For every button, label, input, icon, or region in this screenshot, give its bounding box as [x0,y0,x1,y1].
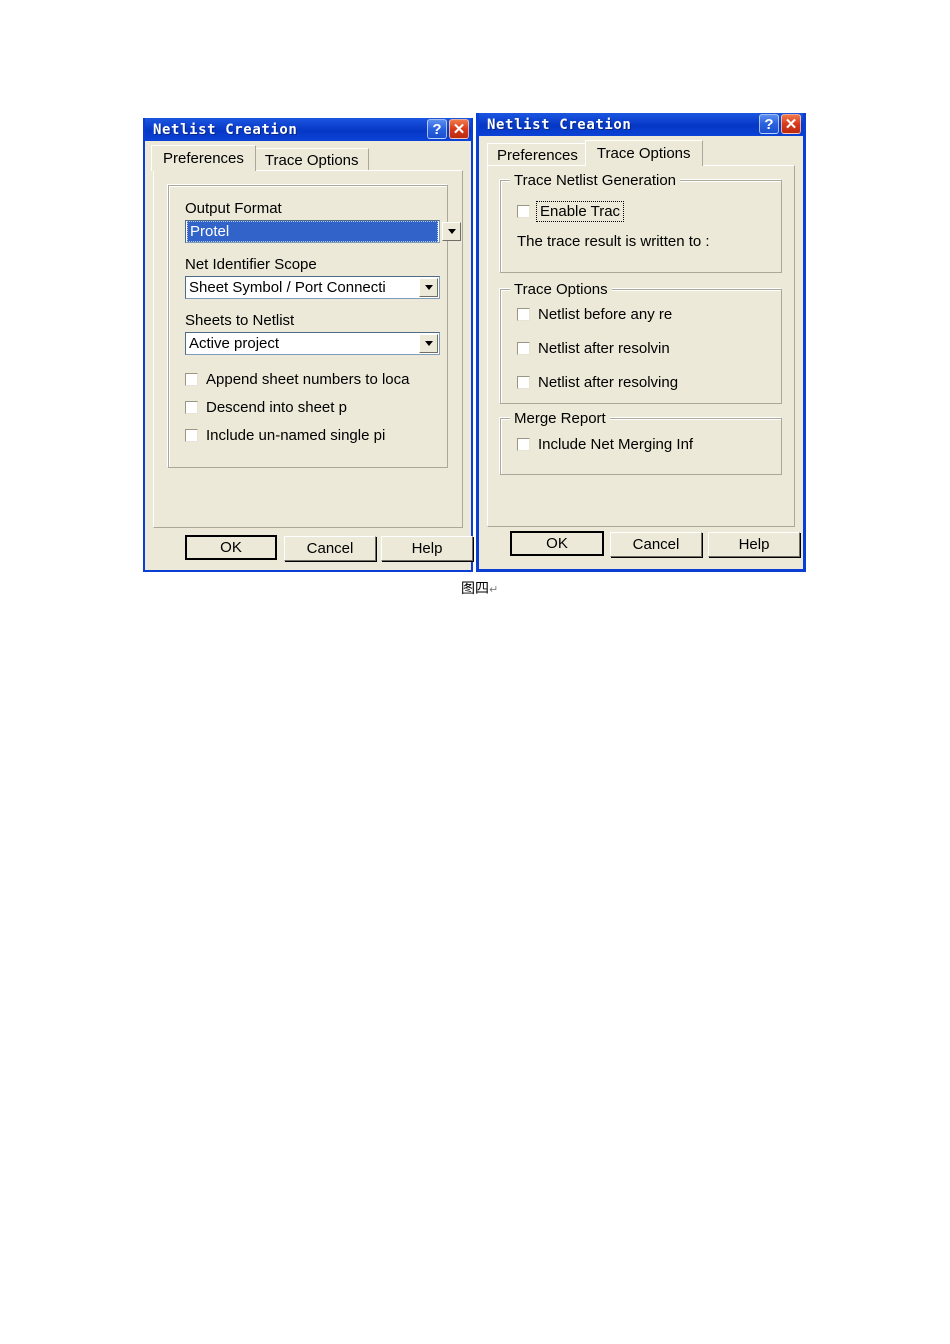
close-icon[interactable]: ✕ [449,119,469,139]
cancel-button-label: Cancel [632,536,680,553]
figure-caption-mark: ↵ [489,583,499,596]
enable-trace-label: Enable Trac [535,201,625,222]
netlist-creation-dialog-trace-options: Netlist Creation ? ✕ Preferences Trace O… [476,113,806,572]
figure-caption-text: 图四 [461,581,489,597]
sheets-to-netlist-value: Active project [189,335,280,352]
include-net-merging-info-checkbox[interactable] [517,438,530,451]
ok-button[interactable]: OK [185,535,277,560]
net-identifier-scope-combo[interactable]: Sheet Symbol / Port Connecti [185,276,440,299]
output-format-value: Protel [187,221,438,242]
left-dialog-titlebar[interactable]: Netlist Creation ? ✕ [145,118,471,141]
help-button-label: Help [738,536,770,553]
group-merge-report: Merge Report Include Net Merging Inf [500,410,785,475]
append-sheet-numbers-label: Append sheet numbers to loca [206,371,410,388]
tab-trace-options[interactable]: Trace Options [584,140,703,166]
include-unnamed-single-pin-label: Include un-named single pi [206,427,386,444]
cancel-button[interactable]: Cancel [284,536,376,561]
descend-into-sheet-checkbox[interactable] [185,401,198,414]
checkbox-row-include-net-merging-info[interactable]: Include Net Merging Inf [517,436,693,453]
left-dialog-client: Preferences Trace Options Output Format … [145,141,473,570]
figure-caption: 图四↵ [461,578,498,598]
right-dialog-client: Preferences Trace Options Trace Netlist … [479,136,803,569]
sheets-to-netlist-chevron-down-icon[interactable] [419,334,438,353]
netlist-before-any-resolve-checkbox[interactable] [517,308,530,321]
trace-options-checkbox-clip: Netlist before any re Netlist after reso… [517,306,783,401]
trace-result-text-clip: The trace result is written to : [517,233,795,257]
output-format-chevron-down-icon[interactable] [442,222,461,241]
checkbox-row-include-unnamed-single-pin[interactable]: Include un-named single pi [185,427,385,444]
netlist-after-resolving-2-label: Netlist after resolving [538,374,679,391]
netlist-after-resolving-2-checkbox[interactable] [517,376,530,389]
right-dialog-tabstrip: Preferences Trace Options [487,140,803,166]
ok-button[interactable]: OK [510,531,604,556]
netlist-creation-dialog-preferences: Netlist Creation ? ✕ Preferences Trace O… [143,118,473,572]
sheets-to-netlist-combo[interactable]: Active project [185,332,440,355]
right-titlebar-buttons: ? ✕ [759,114,801,134]
checkbox-row-netlist-after-resolving-1[interactable]: Netlist after resolvin [517,340,670,357]
checkbox-row-enable-trace[interactable]: Enable Trac [517,201,625,222]
left-dialog-title: Netlist Creation [153,121,298,138]
checkbox-row-descend-into-sheet[interactable]: Descend into sheet p [185,399,347,416]
group-trace-netlist-generation-title: Trace Netlist Generation [510,172,681,189]
include-net-merging-info-label: Include Net Merging Inf [538,436,694,453]
checkbox-row-netlist-after-resolving-2[interactable]: Netlist after resolving [517,374,678,391]
net-identifier-scope-value: Sheet Symbol / Port Connecti [189,279,386,296]
cancel-button[interactable]: Cancel [610,532,702,557]
right-dialog-tabpage: Trace Netlist Generation Enable Trac The… [487,165,795,527]
group-trace-options-title: Trace Options [510,281,612,298]
preferences-checkbox-clip: Append sheet numbers to loca Descend int… [185,371,447,461]
checkbox-row-netlist-before-any-resolve[interactable]: Netlist before any re [517,306,672,323]
tab-preferences-label: Preferences [497,146,578,164]
include-unnamed-single-pin-checkbox[interactable] [185,429,198,442]
tab-preferences[interactable]: Preferences [487,143,588,166]
append-sheet-numbers-checkbox[interactable] [185,373,198,386]
netlist-before-any-resolve-label: Netlist before any re [538,306,673,323]
right-dialog-title: Netlist Creation [487,116,632,133]
tab-trace-options[interactable]: Trace Options [254,148,369,171]
tab-preferences-label: Preferences [163,150,244,167]
trace-result-text: The trace result is written to : [517,233,710,250]
netlist-after-resolving-1-label: Netlist after resolvin [538,340,670,357]
tab-trace-options-label: Trace Options [264,151,359,169]
tab-preferences[interactable]: Preferences [151,145,256,171]
preferences-panel: Output Format Protel Net Identifier Scop… [168,185,461,468]
output-format-combo[interactable]: Protel [185,220,440,243]
group-trace-options: Trace Options Netlist before any re Netl… [500,281,783,404]
output-format-label: Output Format [185,200,282,217]
help-icon[interactable]: ? [427,119,447,139]
cancel-button-label: Cancel [306,540,354,557]
merge-report-checkbox-clip: Include Net Merging Inf [517,436,785,462]
net-identifier-scope-label: Net Identifier Scope [185,256,317,273]
descend-into-sheet-label: Descend into sheet p [206,399,347,416]
enable-trace-clip: Enable Trac [517,201,777,227]
right-dialog-titlebar[interactable]: Netlist Creation ? ✕ [479,113,803,136]
close-icon[interactable]: ✕ [781,114,801,134]
enable-trace-checkbox[interactable] [517,205,530,218]
help-icon[interactable]: ? [759,114,779,134]
left-dialog-button-bar: OK Cancel Help [145,528,473,570]
help-button-label: Help [411,540,443,557]
help-button[interactable]: Help [381,536,473,561]
checkbox-row-append-sheet-numbers[interactable]: Append sheet numbers to loca [185,371,409,388]
sheets-to-netlist-label: Sheets to Netlist [185,312,295,329]
help-button[interactable]: Help [708,532,800,557]
group-trace-netlist-generation: Trace Netlist Generation Enable Trac The… [500,172,782,273]
right-dialog-button-bar: OK Cancel Help [479,527,803,569]
netlist-after-resolving-1-checkbox[interactable] [517,342,530,355]
left-dialog-tabstrip: Preferences Trace Options [151,145,471,171]
tab-trace-options-label: Trace Options [596,145,691,162]
ok-button-label: OK [546,535,568,552]
net-identifier-scope-chevron-down-icon[interactable] [419,278,438,297]
group-merge-report-title: Merge Report [510,410,610,427]
left-dialog-tabpage: Output Format Protel Net Identifier Scop… [153,170,463,528]
left-titlebar-buttons: ? ✕ [427,119,469,139]
ok-button-label: OK [220,539,242,556]
